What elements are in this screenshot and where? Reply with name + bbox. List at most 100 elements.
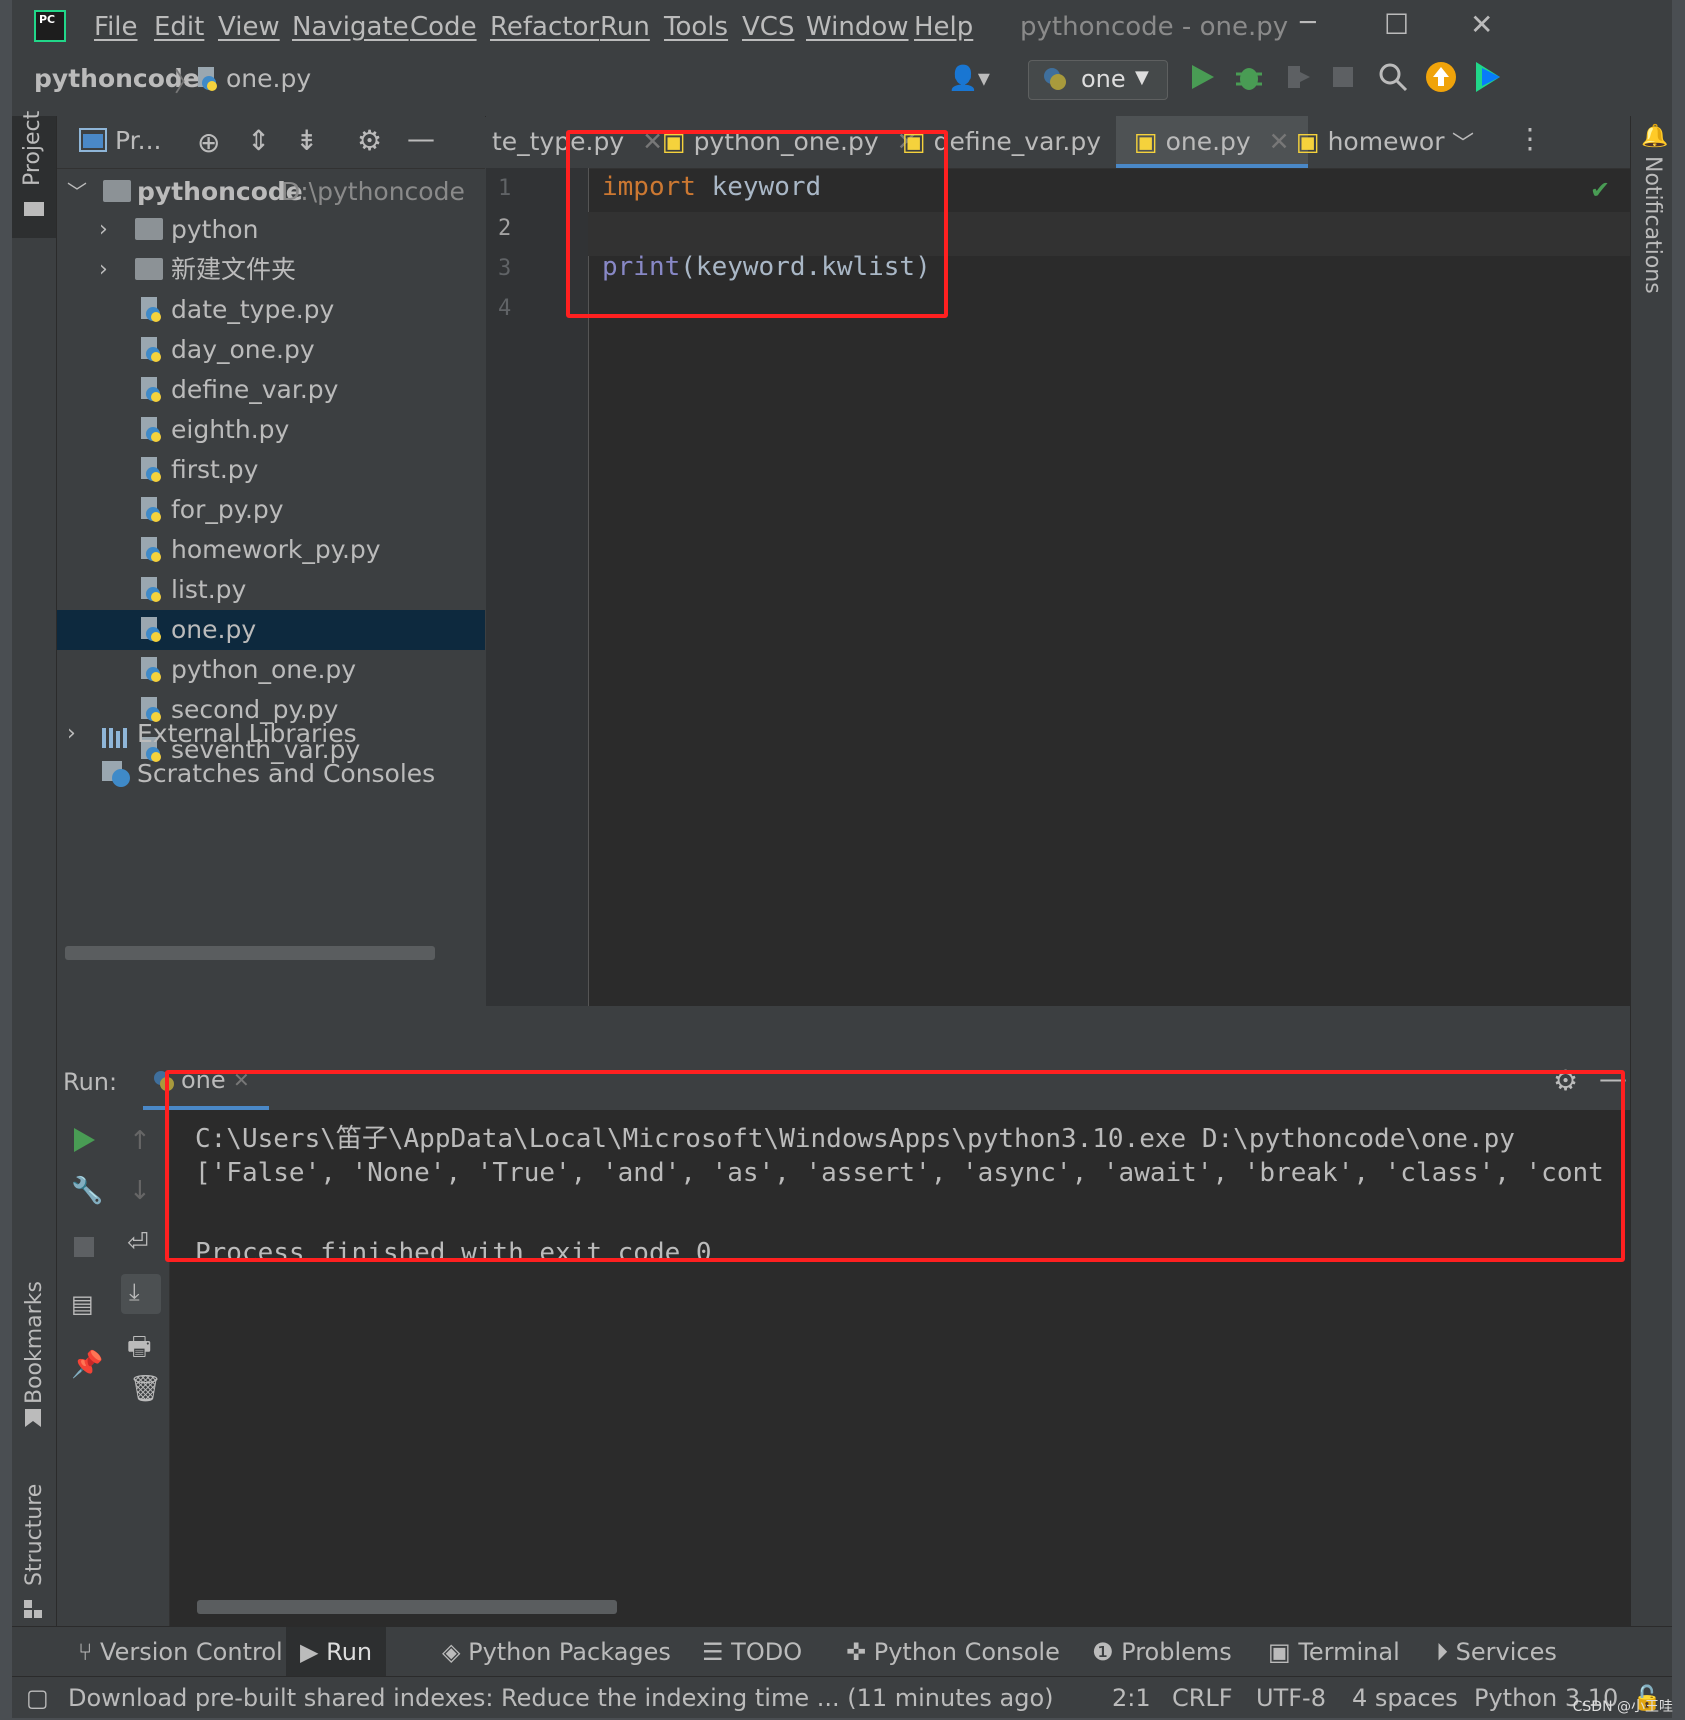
structure-tool-button[interactable]: Structure [12,1476,56,1626]
tree-file-selected[interactable]: one.py [57,610,485,650]
project-view-icon [79,128,107,156]
minimize-button[interactable]: ─ [1300,8,1316,38]
folder-icon [135,250,163,290]
wrench-icon[interactable]: 🔧 [71,1176,103,1206]
chevron-right-icon: › [99,217,108,242]
file-name: for_py.py [171,495,284,524]
tree-file[interactable]: first.py [57,450,485,490]
tree-file[interactable]: homework_py.py [57,530,485,570]
tree-file[interactable]: list.py [57,570,485,610]
file-name: python_one.py [171,655,357,684]
arrow-up-icon[interactable]: ↑ [129,1126,151,1156]
tool-services[interactable]: ⏵ Services [1436,1627,1557,1677]
debug-icon[interactable] [1234,62,1264,96]
coverage-icon[interactable] [1282,62,1312,96]
tree-file[interactable]: python_one.py [57,650,485,690]
bookmarks-tool-button[interactable]: Bookmarks [12,1276,56,1427]
run-config-select[interactable]: one ▼ [1028,60,1168,100]
tool-todo[interactable]: ☰ TODO [702,1627,802,1677]
tabs-dropdown-icon[interactable]: ﹀ [1452,126,1474,158]
hide-panel-icon[interactable]: — [407,122,435,155]
more-options-icon[interactable]: ⋮ [1516,122,1544,155]
chevron-down-icon: ﹀ [67,180,87,204]
user-icon[interactable]: 👤▾ [948,64,990,92]
editor-tab-active[interactable]: ▣ one.py ✕ [1116,116,1308,168]
run-icon[interactable] [1188,62,1216,96]
list-icon: ☰ [702,1638,732,1666]
print-icon[interactable]: 🖶 [127,1328,152,1372]
breadcrumb-file[interactable]: one.py [226,64,311,93]
menu-file[interactable]: File [94,12,138,42]
info-icon: ❶ [1092,1638,1122,1666]
update-icon[interactable] [1424,60,1458,98]
gear-icon[interactable]: ⚙ [357,124,382,157]
menu-edit[interactable]: Edit [154,12,204,42]
search-icon[interactable] [1378,62,1408,96]
maximize-button[interactable]: ☐ [1384,8,1409,41]
rerun-icon[interactable] [71,1126,97,1158]
stop-icon[interactable] [1332,66,1354,92]
menu-view[interactable]: View [218,12,280,42]
notifications-tool-label[interactable]: Notifications [1640,156,1665,294]
menu-window[interactable]: Window [806,12,909,42]
collapse-all-icon[interactable]: ⇟ [295,124,318,157]
chevron-down-icon: ▼ [1135,67,1149,88]
menu-vcs[interactable]: VCS [742,12,794,42]
left-tool-strip: Project Bookmarks Structure [12,111,57,1626]
menu-help[interactable]: Help [914,12,973,42]
soft-wrap-icon[interactable]: ⏎ [127,1228,149,1258]
caret-position[interactable]: 2:1 [1112,1677,1151,1718]
tool-terminal[interactable]: ▣ Terminal [1268,1627,1400,1677]
tree-file[interactable]: define_var.py [57,370,485,410]
tool-problems[interactable]: ❶ Problems [1092,1627,1232,1677]
menu-code[interactable]: Code [410,12,477,42]
tree-folder[interactable]: › python [57,210,485,250]
status-message[interactable]: Download pre-built shared indexes: Reduc… [68,1677,1054,1718]
menu-run[interactable]: Run [600,12,650,42]
tool-run[interactable]: ▶ Run [286,1627,387,1677]
project-tool-button[interactable]: Project [12,111,56,238]
tool-version-control[interactable]: ⑂ Version Control [78,1627,283,1677]
arrow-down-icon[interactable]: ↓ [129,1176,151,1206]
project-view-title[interactable]: Pr... [115,126,161,155]
jetbrains-ai-icon[interactable] [1472,60,1504,98]
tree-external-libraries[interactable]: › External Libraries [57,714,485,754]
tree-folder[interactable]: › 新建文件夹 [57,250,485,290]
file-name: define_var.py [171,375,339,404]
tree-root[interactable]: ﹀ pythoncode D:\pythoncode [57,172,485,212]
tree-file[interactable]: day_one.py [57,330,485,370]
tree-scratches[interactable]: Scratches and Consoles [57,754,485,794]
bell-icon[interactable]: 🔔 [1641,124,1668,149]
close-icon[interactable]: ✕ [1269,127,1290,156]
file-name: eighth.py [171,415,290,444]
editor-tab[interactable]: ▣ homeworl [1296,116,1446,168]
file-encoding[interactable]: UTF-8 [1256,1677,1326,1718]
tree-file[interactable]: for_py.py [57,490,485,530]
layout-icon[interactable]: ▤ [71,1290,94,1318]
expand-all-icon[interactable]: ⇕ [247,124,270,157]
root-folder-name: pythoncode [137,177,303,206]
menu-navigate[interactable]: Navigate [292,12,409,42]
python-file-icon: ▣ [1296,127,1328,156]
scroll-to-end-icon: ⤓ [129,1278,140,1306]
no-problems-check-icon[interactable]: ✔ [1590,176,1610,204]
indent-setting[interactable]: 4 spaces [1352,1677,1458,1718]
menu-refactor[interactable]: Refactor [490,12,599,42]
pin-icon[interactable]: 📌 [71,1350,103,1380]
tool-python-packages[interactable]: ◈ Python Packages [442,1627,671,1677]
stop-icon[interactable] [73,1236,95,1262]
locate-file-icon[interactable]: ⊕ [197,126,220,159]
line-number: 1 [498,176,512,201]
close-button[interactable]: ✕ [1470,8,1493,41]
horizontal-scrollbar[interactable] [197,1600,617,1614]
tree-file[interactable]: eighth.py [57,410,485,450]
trash-icon[interactable]: 🗑 [129,1374,162,1404]
toggle-tool-windows-icon[interactable]: ▢ [26,1677,49,1718]
horizontal-scrollbar[interactable] [65,946,435,960]
line-separator[interactable]: CRLF [1172,1677,1233,1718]
scroll-to-end-button[interactable]: ⤓ [121,1274,161,1314]
tool-python-console[interactable]: ✜ Python Console [846,1627,1060,1677]
terminal-icon: ▣ [1268,1638,1299,1666]
menu-tools[interactable]: Tools [664,12,728,42]
tree-file[interactable]: date_type.py [57,290,485,330]
